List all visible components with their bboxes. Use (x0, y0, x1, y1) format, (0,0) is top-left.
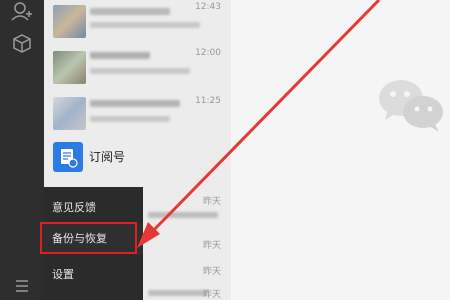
annotation-arrow (137, 0, 381, 248)
